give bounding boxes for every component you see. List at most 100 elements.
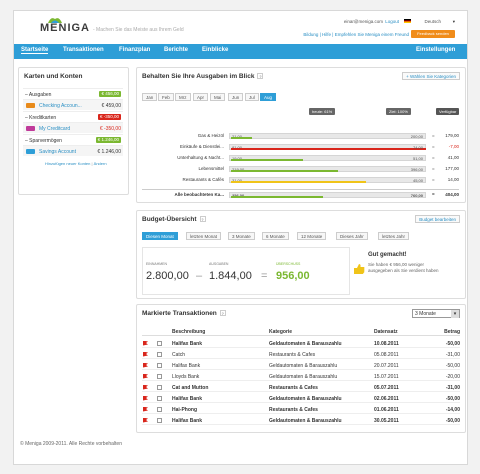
row-checkbox[interactable] [157, 395, 162, 401]
nav-transaktionen[interactable]: Transaktionen [63, 47, 104, 53]
budget-row[interactable]: Unterhaltung & Nacht... 19,0051,00 = 41,00 [142, 153, 459, 163]
help-icon[interactable]: ? [219, 310, 226, 317]
flag-icon[interactable] [143, 417, 148, 423]
surplus-value: 956,00 [276, 270, 310, 282]
group-ausgaben[interactable]: – Ausgaben € 456,00 [23, 88, 123, 99]
language-select[interactable]: Deutsch [424, 19, 441, 24]
table-row[interactable]: Halifax Bank Geldautomaten & Barauszahlu 3… [142, 415, 460, 425]
month-tab[interactable]: Feb [158, 93, 174, 101]
equals-sign: = [432, 155, 435, 160]
header: MENIGA - Machen Sie das Meiste aus Ihrem… [14, 11, 467, 41]
table-row[interactable]: Cat and Mutton Restaurants & Cafes 05.07.2… [142, 382, 460, 392]
month-tab[interactable]: Mai [210, 93, 226, 101]
account-savings[interactable]: Savings Account € 1.246,00 [23, 145, 123, 156]
account-creditcard[interactable]: My Creditcard € -350,00 [23, 122, 123, 133]
col-datensatz[interactable]: Datensatz [374, 329, 398, 335]
txn-description: Halifax Bank [172, 395, 203, 402]
budget-category: Unterhaltung & Nacht... [177, 155, 224, 160]
col-beschreibung[interactable]: Beschreibung [172, 329, 205, 335]
nav-einblicke[interactable]: Einblicke [202, 47, 228, 53]
row-checkbox[interactable] [157, 373, 162, 379]
budget-message: Gut gemacht! Sie haben € 956,00 weniger … [353, 247, 461, 295]
txn-description: Lloyds Bank [172, 373, 200, 380]
spending-panel: Behalten Sie Ihre Ausgaben im Blick? + W… [136, 67, 466, 203]
feedback-button[interactable]: Feedback senden [411, 30, 455, 38]
flag-icon[interactable] [143, 340, 148, 346]
edit-accounts-link[interactable]: Ändern [94, 161, 107, 166]
table-row[interactable]: Halifax Bank Geldautomaten & Barauszahlu 2… [142, 360, 460, 370]
budget-title-text: Budget-Übersicht [142, 216, 197, 223]
table-row[interactable]: Catch Restaurants & Cafes 05.08.2011 -31,00 [142, 349, 460, 359]
nav-finanzplan[interactable]: Finanzplan [119, 47, 150, 53]
month-tab-selected[interactable]: Aug [260, 93, 277, 101]
logout-link[interactable]: Logout [385, 19, 399, 24]
expense-label: Ausgaben [209, 262, 229, 266]
budget-value: 74,00 [412, 145, 423, 150]
txn-amount: -14,00 [445, 406, 460, 413]
chevron-down-icon[interactable]: ▾ [451, 310, 459, 318]
row-checkbox[interactable] [157, 340, 162, 346]
header-links[interactable]: Bildung | Hilfe | Empfehlen Sie Meniga e… [303, 32, 409, 37]
table-row[interactable]: Lloyds Bank Geldautomaten & Barauszahlu 15… [142, 371, 460, 381]
budget-value: 760,00 [410, 193, 423, 198]
budget-row[interactable]: Gas & Heizöl 21,00200,00 = 179,00 [142, 131, 459, 141]
month-tab[interactable]: Jun [228, 93, 244, 101]
chevron-down-icon[interactable]: ▾ [453, 19, 455, 25]
month-tabs: Jan Feb Mrz Apr Mai Jun Jul Aug [142, 93, 292, 102]
month-tab[interactable]: Mrz [175, 93, 191, 101]
group-sparvermoegen[interactable]: – Sparvermögen € 1.246,00 [23, 134, 123, 145]
txn-date: 02.06.2011 [374, 395, 399, 402]
period-select-value: 3 Monate [415, 311, 436, 317]
available-marker: Verfügbar [436, 108, 460, 115]
group-kreditkarten[interactable]: – Kreditkarten € -350,00 [23, 111, 123, 122]
row-checkbox[interactable] [157, 384, 162, 390]
budget-row[interactable]: Einkäufe & Dienstlei... 81,0074,00 = -7,00 [142, 142, 459, 152]
nav-startseite[interactable]: Startseite [21, 47, 49, 54]
table-row[interactable]: Halifax Bank Geldautomaten & Barauszahlu 1… [142, 338, 460, 348]
logo[interactable]: MENIGA [40, 22, 90, 34]
month-tab[interactable]: Jul [245, 93, 259, 101]
help-icon[interactable]: ? [257, 73, 264, 80]
help-icon[interactable]: ? [199, 216, 206, 223]
period-tabs: Diesen Monat letzten Monat 3 Monate 6 Mo… [142, 232, 442, 241]
month-tab[interactable]: Jan [142, 93, 158, 101]
row-checkbox[interactable] [157, 351, 162, 357]
budget-row[interactable]: Lebensmittel 219,00396,00 = 177,00 [142, 164, 459, 174]
row-checkbox[interactable] [157, 417, 162, 423]
flag-icon[interactable] [143, 406, 148, 412]
period-tab[interactable]: Dieses Jahr [336, 232, 368, 240]
spending-title-text: Behalten Sie Ihre Ausgaben im Blick [142, 73, 255, 80]
row-checkbox[interactable] [157, 406, 162, 412]
flag-icon[interactable] [143, 384, 148, 390]
flag-icon[interactable] [143, 373, 148, 379]
table-row[interactable]: Hai-Phong Restaurants & Cafes 01.06.2011 -1… [142, 404, 460, 414]
table-row[interactable]: Halifax Bank Geldautomaten & Barauszahlu 0… [142, 393, 460, 403]
col-betrag[interactable]: Betrag [444, 329, 460, 335]
period-tab[interactable]: letztes Jahr [378, 232, 410, 240]
row-checkbox[interactable] [157, 362, 162, 368]
accounts-links: Hinzufügen neuer Konten | Ändern [45, 161, 107, 166]
choose-categories-button[interactable]: + Wählen Sie Kategorien [402, 72, 460, 80]
period-tab[interactable]: letzten Monat [186, 232, 222, 240]
period-tab[interactable]: 12 Monate [297, 232, 327, 240]
account-checking[interactable]: Checking Accoun... € 459,00 [23, 99, 123, 110]
add-accounts-link[interactable]: Hinzufügen neuer Konten [45, 161, 90, 166]
flag-icon[interactable] [143, 362, 148, 368]
period-tab[interactable]: 6 Monate [262, 232, 289, 240]
transactions-panel: Markierte Transaktionen? 3 Monate ▾ Besc… [136, 304, 466, 433]
remaining-value: 179,00 [445, 133, 459, 138]
period-tab[interactable]: 3 Monate [228, 232, 255, 240]
period-select[interactable]: 3 Monate ▾ [412, 309, 460, 318]
account-name: My Creditcard [39, 126, 71, 132]
budget-total-row[interactable]: Alle beobachteten Ka... 356,00760,00 = 404,… [142, 189, 459, 199]
col-kategorie[interactable]: Kategorie [269, 329, 292, 335]
edit-budget-button[interactable]: Budget bearbeiten [415, 215, 460, 223]
nav-einstellungen[interactable]: Einstellungen [416, 47, 455, 53]
nav-berichte[interactable]: Berichte [164, 47, 188, 53]
month-tab[interactable]: Apr [193, 93, 209, 101]
period-tab-selected[interactable]: Diesen Monat [142, 232, 178, 240]
budget-fill [231, 181, 366, 183]
flag-icon[interactable] [143, 351, 148, 357]
flag-icon[interactable] [143, 395, 148, 401]
budget-row[interactable]: Restaurants & Cafés 31,0045,00 = 14,00 [142, 175, 459, 185]
